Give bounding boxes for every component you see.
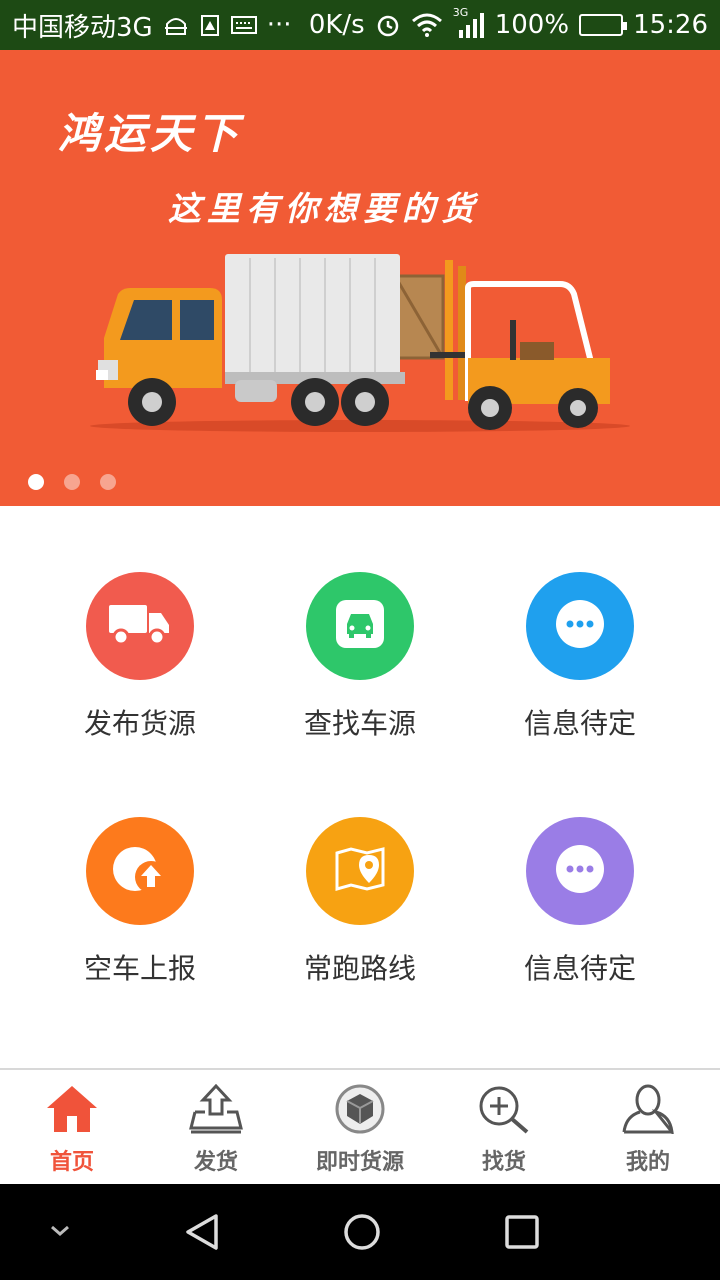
tab-ship-label: 发货 — [193, 1150, 238, 1175]
info-pending-1-label: 信息待定 — [523, 707, 636, 740]
grid-item-info-pending-1[interactable]: 信息待定 — [460, 572, 700, 742]
tab-find-cargo-label: 找货 — [481, 1150, 526, 1175]
status-left: 中国移动3G ··· — [12, 7, 292, 44]
tab-home[interactable]: 首页 — [0, 1070, 144, 1184]
box-icon — [333, 1082, 387, 1136]
speed-text: 0K/s — [308, 10, 365, 40]
home-circle-icon — [344, 1214, 380, 1250]
info-pending-1-circle — [526, 572, 634, 680]
banner-subtitle: 这里有你想要的货 — [168, 189, 480, 228]
status-right: 0K/s 3G 100% 15:26 — [308, 6, 708, 40]
find-vehicles-circle — [306, 572, 414, 680]
sd-warning-icon — [199, 13, 221, 37]
tab-mine-label: 我的 — [625, 1150, 670, 1175]
bottom-tab-bar: 首页 发货 即时货源 找货 我的 — [0, 1068, 720, 1184]
grid-item-publish-cargo[interactable]: 发布货源 — [20, 572, 260, 742]
battery-percent-text: 100% — [494, 10, 570, 40]
grid-item-info-pending-2[interactable]: 信息待定 — [460, 817, 700, 987]
android-debug-icon — [163, 14, 189, 36]
tab-mine[interactable]: 我的 — [576, 1070, 720, 1184]
alarm-icon — [375, 12, 401, 38]
publish-cargo-label: 发布货源 — [83, 707, 196, 740]
page-dot-1[interactable] — [28, 474, 44, 490]
upload-icon — [111, 843, 169, 899]
empty-truck-report-label: 空车上报 — [83, 952, 196, 985]
tab-instant-cargo[interactable]: 即时货源 — [288, 1070, 432, 1184]
chevron-down-icon — [51, 1225, 69, 1236]
info-pending-2-label: 信息待定 — [523, 952, 636, 985]
battery-icon — [579, 14, 628, 36]
find-vehicles-label: 查找车源 — [303, 707, 416, 740]
car-icon — [334, 598, 386, 654]
wifi-icon — [411, 13, 443, 37]
publish-cargo-circle — [86, 572, 194, 680]
signal-icon: 3G — [453, 6, 485, 38]
tab-find-cargo[interactable]: 找货 — [432, 1070, 576, 1184]
frequent-routes-label: 常跑路线 — [303, 952, 416, 985]
back-triangle-icon — [186, 1214, 218, 1250]
more-icon — [554, 843, 606, 899]
collapse-nav-button[interactable] — [44, 1220, 76, 1242]
frequent-routes-circle — [306, 817, 414, 925]
tab-home-label: 首页 — [49, 1150, 94, 1175]
more-notifications-text: ··· — [266, 10, 292, 40]
clock-text: 15:26 — [633, 10, 708, 40]
empty-truck-report-circle — [86, 817, 194, 925]
grid-item-find-vehicles[interactable]: 查找车源 — [240, 572, 480, 742]
recents-button[interactable] — [502, 1212, 542, 1252]
network-type-text: 3G — [452, 6, 469, 19]
tab-instant-cargo-label: 即时货源 — [315, 1150, 404, 1175]
feature-grid: 发布货源 查找车源 信息待定 空车上报 常跑路线 信息待定 — [0, 506, 720, 1068]
banner-page-indicator — [28, 474, 116, 490]
banner-title: 鸿运天下 — [58, 109, 243, 158]
back-button[interactable] — [182, 1212, 222, 1252]
more-icon — [554, 598, 606, 654]
status-bar: 中国移动3G ··· 0K/s 3G 100% 15:26 — [0, 0, 720, 50]
tab-ship[interactable]: 发货 — [144, 1070, 288, 1184]
recents-square-icon — [505, 1215, 539, 1249]
home-icon — [45, 1082, 99, 1136]
promo-banner[interactable]: 鸿运天下 这里有你想要的货 — [0, 50, 720, 506]
page-dot-2[interactable] — [64, 474, 80, 490]
truck-icon — [109, 601, 171, 651]
user-icon — [621, 1082, 675, 1136]
system-navigation-bar — [0, 1184, 720, 1280]
search-plus-icon — [477, 1082, 531, 1136]
home-button[interactable] — [342, 1212, 382, 1252]
truck-forklift-illustration — [90, 248, 630, 492]
page-dot-3[interactable] — [100, 474, 116, 490]
ship-tray-icon — [189, 1082, 243, 1136]
carrier-text: 中国移动3G — [12, 12, 153, 43]
keyboard-icon — [230, 15, 257, 35]
grid-item-frequent-routes[interactable]: 常跑路线 — [240, 817, 480, 987]
info-pending-2-circle — [526, 817, 634, 925]
grid-item-empty-truck-report[interactable]: 空车上报 — [20, 817, 260, 987]
map-pin-icon — [333, 845, 387, 897]
